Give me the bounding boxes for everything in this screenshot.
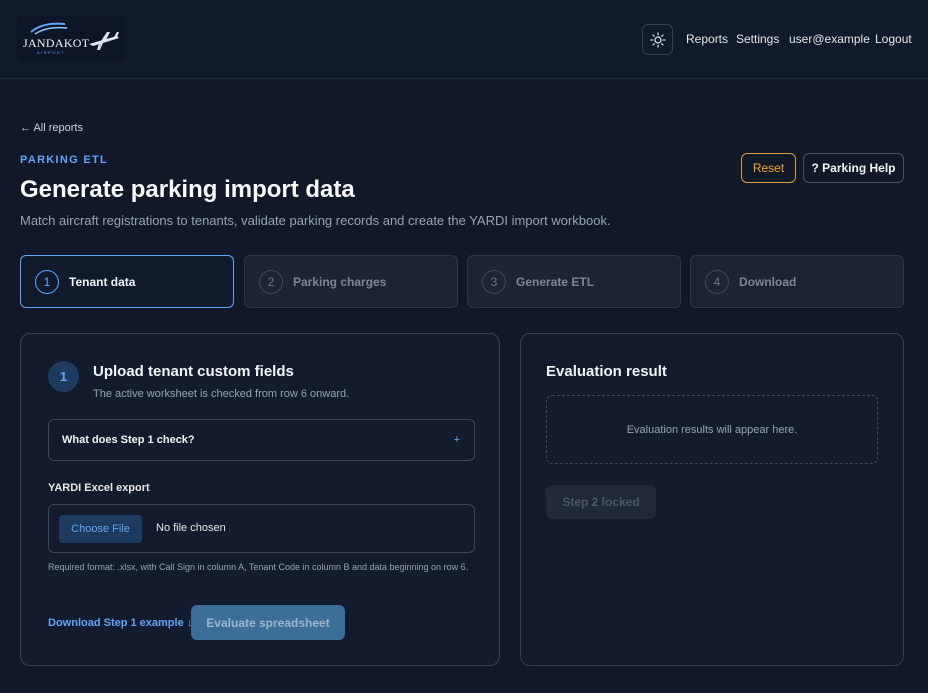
step-tenant-data[interactable]: 1 Tenant data xyxy=(20,255,234,308)
page-subtitle: Match aircraft registrations to tenants,… xyxy=(20,213,611,228)
step1-check-accordion[interactable]: What does Step 1 check? + xyxy=(48,419,475,461)
expand-plus-icon: + xyxy=(453,434,460,446)
evaluation-title: Evaluation result xyxy=(546,363,667,380)
evaluate-spreadsheet-button[interactable]: Evaluate spreadsheet xyxy=(191,605,345,640)
evaluation-result-box: Evaluation results will appear here. xyxy=(546,395,878,464)
page-eyebrow: PARKING ETL xyxy=(20,154,109,166)
logo-swoosh-icon xyxy=(30,22,68,35)
nav-user-link[interactable]: user@example xyxy=(789,32,870,46)
step-download[interactable]: 4 Download xyxy=(690,255,904,308)
step-number: 4 xyxy=(705,269,729,294)
accordion-label: What does Step 1 check? xyxy=(62,434,195,446)
evaluation-empty-text: Evaluation results will appear here. xyxy=(626,423,798,436)
step-label: Download xyxy=(739,274,797,289)
evaluation-result-card: Evaluation result Evaluation results wil… xyxy=(520,333,904,666)
step-label: Tenant data xyxy=(69,274,136,289)
format-help-text: Required format: .xlsx, with Call Sign i… xyxy=(48,562,469,572)
step-generate-etl[interactable]: 3 Generate ETL xyxy=(467,255,681,308)
choose-file-button[interactable]: Choose File xyxy=(59,515,142,543)
logo-wordmark: JANDAKOT xyxy=(23,36,90,50)
back-to-reports-link[interactable]: ← All reports xyxy=(20,122,83,134)
parking-help-button[interactable]: ? Parking Help xyxy=(803,153,904,183)
sun-icon xyxy=(649,31,666,48)
upload-card-title: Upload tenant custom fields xyxy=(93,363,294,380)
nav-logout-link[interactable]: Logout xyxy=(875,32,912,46)
file-input-field[interactable]: Choose File No file chosen xyxy=(48,504,475,553)
upload-card-subtitle: The active worksheet is checked from row… xyxy=(93,388,350,400)
yardi-export-label: YARDI Excel export xyxy=(48,482,150,494)
step-number: 3 xyxy=(482,269,506,294)
download-step1-example-link[interactable]: Download Step 1 example ↓ xyxy=(48,617,192,629)
reset-button[interactable]: Reset xyxy=(741,153,796,183)
logo-subtext: AIRPORT xyxy=(37,50,66,55)
airplane-icon xyxy=(89,32,119,50)
step-label: Generate ETL xyxy=(516,274,595,289)
step-number: 2 xyxy=(259,269,283,294)
upload-tenant-card: 1 Upload tenant custom fields The active… xyxy=(20,333,500,666)
step-parking-charges[interactable]: 2 Parking charges xyxy=(244,255,458,308)
top-nav-bar: JANDAKOT AIRPORT Reports Settings user@e… xyxy=(0,0,928,79)
jandakot-airport-logo[interactable]: JANDAKOT AIRPORT xyxy=(17,16,125,62)
nav-reports-link[interactable]: Reports xyxy=(686,32,728,46)
step-label: Parking charges xyxy=(293,274,387,289)
step-number: 1 xyxy=(35,269,59,294)
file-status-text: No file chosen xyxy=(156,522,226,534)
theme-toggle-button[interactable] xyxy=(642,24,673,55)
step-badge: 1 xyxy=(48,361,79,392)
page-title: Generate parking import data xyxy=(20,176,355,203)
step2-locked-button[interactable]: Step 2 locked xyxy=(546,485,656,519)
nav-settings-link[interactable]: Settings xyxy=(736,32,779,46)
